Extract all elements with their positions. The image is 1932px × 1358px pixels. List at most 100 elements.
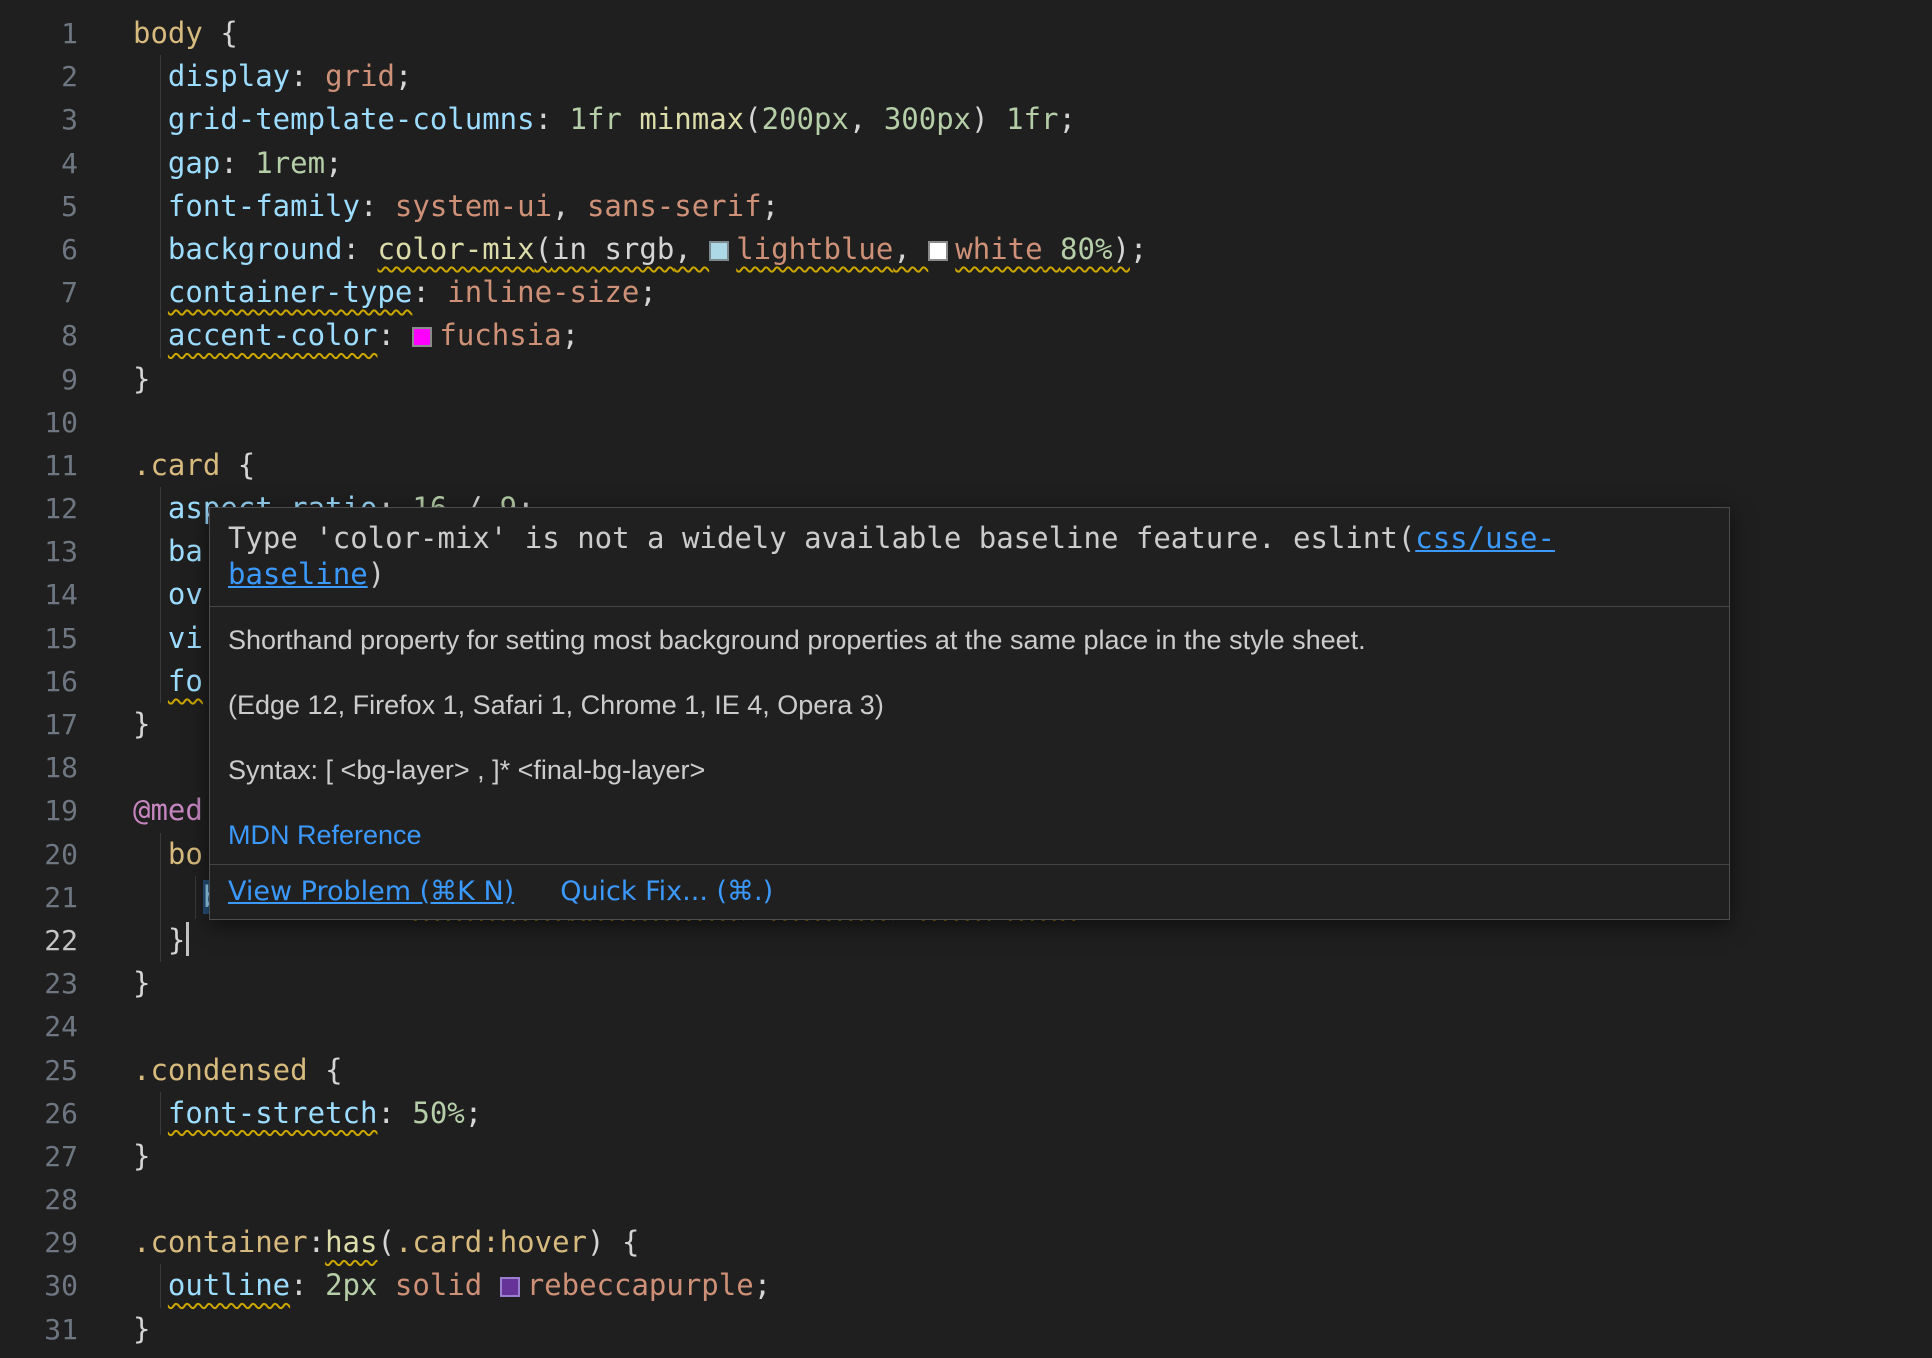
code-line-content[interactable]: } xyxy=(133,1308,1932,1351)
line-number[interactable]: 11 xyxy=(0,444,78,487)
code-token: ; xyxy=(465,1096,482,1130)
line-number[interactable]: 8 xyxy=(0,314,78,357)
code-line-content[interactable]: } xyxy=(133,962,1932,1005)
code-token: fuchsia xyxy=(439,318,561,352)
line-number[interactable]: 16 xyxy=(0,660,78,703)
code-token: 300px xyxy=(884,102,971,136)
code-line-content[interactable]: gap: 1rem; xyxy=(133,142,1932,185)
line-number[interactable]: 3 xyxy=(0,98,78,141)
code-line[interactable]: 27} xyxy=(0,1135,1932,1178)
code-token xyxy=(133,621,168,655)
code-token: } xyxy=(133,1312,150,1346)
line-number[interactable]: 19 xyxy=(0,789,78,832)
code-line-content[interactable]: body { xyxy=(133,12,1932,55)
line-number[interactable]: 20 xyxy=(0,833,78,876)
line-number[interactable]: 17 xyxy=(0,703,78,746)
line-number[interactable]: 9 xyxy=(0,358,78,401)
code-token xyxy=(133,923,168,957)
code-line[interactable]: 25 .condensed { xyxy=(0,1049,1932,1092)
code-line-content[interactable]: background: color-mix(in srgb, lightblue… xyxy=(133,228,1932,271)
code-token xyxy=(133,146,168,180)
indent-guide xyxy=(160,271,161,314)
code-line[interactable]: 4 gap: 1rem; xyxy=(0,142,1932,185)
indent-guide xyxy=(195,876,196,919)
color-swatch[interactable] xyxy=(928,232,955,266)
code-line[interactable]: 9} xyxy=(0,358,1932,401)
line-number[interactable]: 10 xyxy=(0,401,78,444)
code-token: ) xyxy=(587,1225,604,1259)
code-line-content[interactable]: } xyxy=(133,919,1932,962)
code-line[interactable]: 24 xyxy=(0,1005,1932,1048)
code-line-content[interactable]: container-type: inline-size; xyxy=(133,271,1932,314)
line-number[interactable]: 31 xyxy=(0,1308,78,1351)
docs-description: Shorthand property for setting most back… xyxy=(228,624,1711,656)
code-line-content[interactable] xyxy=(133,1005,1932,1048)
line-number[interactable]: 30 xyxy=(0,1264,78,1307)
code-line-content[interactable]: font-family: system-ui, sans-serif; xyxy=(133,185,1932,228)
line-number[interactable]: 15 xyxy=(0,617,78,660)
line-number[interactable]: 1 xyxy=(0,12,78,55)
indent-guide xyxy=(160,185,161,228)
line-number[interactable]: 27 xyxy=(0,1135,78,1178)
code-line-content[interactable]: .container:has(.card:hover) { xyxy=(133,1221,1932,1264)
line-number[interactable]: 13 xyxy=(0,530,78,573)
line-number[interactable]: 6 xyxy=(0,228,78,271)
code-line-content[interactable] xyxy=(133,401,1932,444)
code-line[interactable]: 29 .container:has(.card:hover) { xyxy=(0,1221,1932,1264)
line-number[interactable]: 28 xyxy=(0,1178,78,1221)
code-line-content[interactable]: .card { xyxy=(133,444,1932,487)
code-line[interactable]: 6 background: color-mix(in srgb, lightbl… xyxy=(0,228,1932,271)
code-token: { xyxy=(604,1225,639,1259)
line-number[interactable]: 22 xyxy=(0,919,78,962)
code-line-content[interactable]: font-stretch: 50%; xyxy=(133,1092,1932,1135)
code-line[interactable]: 28 xyxy=(0,1178,1932,1221)
line-number[interactable]: 7 xyxy=(0,271,78,314)
code-line-content[interactable]: display: grid; xyxy=(133,55,1932,98)
code-line-content[interactable]: } xyxy=(133,1135,1932,1178)
code-token: : xyxy=(308,1225,325,1259)
line-number[interactable]: 12 xyxy=(0,487,78,530)
mdn-reference-link[interactable]: MDN Reference xyxy=(228,820,422,850)
line-number[interactable]: 23 xyxy=(0,962,78,1005)
code-token: .card xyxy=(395,1225,482,1259)
quick-fix-link[interactable]: Quick Fix... (⌘.) xyxy=(560,875,773,908)
code-line[interactable]: 2 display: grid; xyxy=(0,55,1932,98)
code-line[interactable]: 26 font-stretch: 50%; xyxy=(0,1092,1932,1135)
code-line[interactable]: 8 accent-color: fuchsia; xyxy=(0,314,1932,357)
code-line[interactable]: 31} xyxy=(0,1308,1932,1351)
code-line-content[interactable]: } xyxy=(133,358,1932,401)
line-number[interactable]: 24 xyxy=(0,1005,78,1048)
code-line[interactable]: 10 xyxy=(0,401,1932,444)
color-swatch[interactable] xyxy=(412,318,439,352)
line-number[interactable]: 21 xyxy=(0,876,78,919)
color-swatch[interactable] xyxy=(709,232,736,266)
view-problem-link[interactable]: View Problem (⌘K N) xyxy=(228,875,514,908)
code-line-content[interactable]: accent-color: fuchsia; xyxy=(133,314,1932,357)
code-line[interactable]: 5 font-family: system-ui, sans-serif; xyxy=(0,185,1932,228)
line-number[interactable]: 2 xyxy=(0,55,78,98)
code-line[interactable]: 23} xyxy=(0,962,1932,1005)
code-line[interactable]: 3 grid-template-columns: 1fr minmax(200p… xyxy=(0,98,1932,141)
hover-docs: Shorthand property for setting most back… xyxy=(210,607,1729,851)
line-number[interactable]: 26 xyxy=(0,1092,78,1135)
line-number[interactable]: 14 xyxy=(0,573,78,616)
line-number[interactable]: 29 xyxy=(0,1221,78,1264)
code-token xyxy=(133,102,168,136)
code-line[interactable]: 22 } xyxy=(0,919,1932,962)
code-line[interactable]: 11 .card { xyxy=(0,444,1932,487)
code-line-content[interactable] xyxy=(133,1178,1932,1221)
color-swatch[interactable] xyxy=(500,1268,527,1302)
code-token: 1rem xyxy=(255,146,325,180)
code-token: lightblue xyxy=(736,232,893,266)
code-line-content[interactable]: outline: 2px solid rebeccapurple; xyxy=(133,1264,1932,1307)
code-token xyxy=(133,59,168,93)
line-number[interactable]: 18 xyxy=(0,746,78,789)
line-number[interactable]: 5 xyxy=(0,185,78,228)
line-number[interactable]: 25 xyxy=(0,1049,78,1092)
code-line-content[interactable]: .condensed { xyxy=(133,1049,1932,1092)
code-line[interactable]: 30 outline: 2px solid rebeccapurple; xyxy=(0,1264,1932,1307)
code-line[interactable]: 7 container-type: inline-size; xyxy=(0,271,1932,314)
line-number[interactable]: 4 xyxy=(0,142,78,185)
code-line[interactable]: 1 body { xyxy=(0,12,1932,55)
code-line-content[interactable]: grid-template-columns: 1fr minmax(200px,… xyxy=(133,98,1932,141)
